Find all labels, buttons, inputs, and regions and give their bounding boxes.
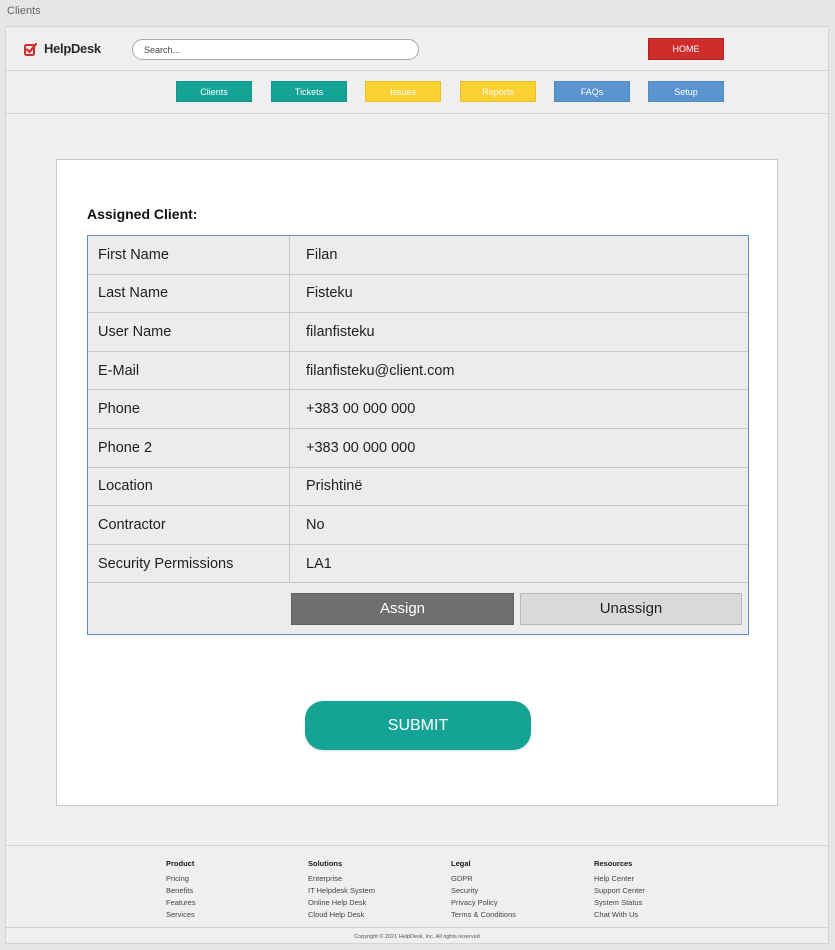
footer-heading: Resources [594,859,633,868]
table-row: First Name Filan [88,236,748,275]
footer-heading: Solutions [308,859,343,868]
row-label: Contractor [88,506,290,544]
footer: Product Pricing Benefits Features Servic… [6,845,828,945]
card-title: Assigned Client: [87,206,198,222]
footer-link-pricing[interactable]: Pricing [166,873,196,885]
footer-link-it-helpdesk-system[interactable]: IT Helpdesk System [308,885,375,897]
unassign-button[interactable]: Unassign [520,592,742,625]
table-row: Location Prishtinë [88,467,748,507]
row-value: filanfisteku@client.com [306,362,455,379]
nav-clients-button[interactable]: Clients [176,81,252,102]
row-label: Location [88,467,290,506]
home-button[interactable]: HOME [648,38,724,60]
app-page: HelpDesk HOME Clients Tickets Issues Rep… [5,26,829,944]
row-value: Fisteku [306,285,353,302]
footer-link-terms[interactable]: Terms & Conditions [451,909,516,921]
table-row: E-Mail filanfisteku@client.com [88,351,748,391]
table-row: Contractor No [88,506,748,545]
footer-link-online-help-desk[interactable]: Online Help Desk [308,897,375,909]
assign-button[interactable]: Assign [291,592,514,625]
row-label: User Name [88,313,290,351]
footer-link-security[interactable]: Security [451,885,516,897]
footer-link-enterprise[interactable]: Enterprise [308,873,375,885]
footer-link-benefits[interactable]: Benefits [166,885,196,897]
row-label: Phone 2 [88,428,290,467]
footer-link-system-status[interactable]: System Status [594,897,645,909]
brand-logo[interactable]: HelpDesk [24,41,101,56]
row-value: +383 00 000 000 [306,401,416,418]
submit-button[interactable]: SUBMIT [305,701,531,750]
table-row: Last Name Fisteku [88,274,748,314]
nav-faqs-button[interactable]: FAQs [554,81,630,102]
footer-link-support-center[interactable]: Support Center [594,885,645,897]
row-value: No [306,516,325,533]
footer-link-help-center[interactable]: Help Center [594,873,645,885]
row-label: First Name [88,236,290,274]
footer-column-product: Product Pricing Benefits Features Servic… [166,859,196,921]
assign-actions: Assign Unassign [88,583,748,634]
footer-link-privacy-policy[interactable]: Privacy Policy [451,897,516,909]
footer-link-services[interactable]: Services [166,909,196,921]
row-value: Prishtinë [306,478,363,495]
nav-setup-button[interactable]: Setup [648,81,724,102]
search-input[interactable] [132,39,419,60]
row-label: Phone [88,390,290,428]
footer-column-resources: Resources Help Center Support Center Sys… [594,859,645,921]
footer-column-legal: Legal GDPR Security Privacy Policy Terms… [451,859,516,921]
brand-name: HelpDesk [44,41,101,56]
footer-heading: Legal [451,859,471,868]
table-row: Security Permissions LA1 [88,544,748,584]
row-value: LA1 [306,555,332,572]
footer-heading: Product [166,859,195,868]
header-bar: HelpDesk HOME [6,27,828,71]
copyright-text: Copyright © 2021 HelpDesk, Inc. All righ… [6,927,828,945]
assigned-client-card: Assigned Client: First Name Filan Last N… [56,159,778,806]
checkbox-logo-icon [24,42,37,56]
row-label: E-Mail [88,351,290,390]
row-value: filanfisteku [306,323,375,340]
table-row: User Name filanfisteku [88,313,748,352]
nav-issues-button[interactable]: Issues [365,81,441,102]
main-nav: Clients Tickets Issues Reports FAQs Setu… [6,71,828,114]
nav-tickets-button[interactable]: Tickets [271,81,347,102]
footer-link-gdpr[interactable]: GDPR [451,873,516,885]
client-details-table: First Name Filan Last Name Fisteku User … [87,235,749,636]
footer-column-solutions: Solutions Enterprise IT Helpdesk System … [308,859,375,921]
row-label: Security Permissions [88,544,290,583]
row-label: Last Name [88,274,290,313]
row-value: +383 00 000 000 [306,439,416,456]
footer-link-cloud-help-desk[interactable]: Cloud Help Desk [308,909,375,921]
nav-reports-button[interactable]: Reports [460,81,536,102]
row-value: Filan [306,246,338,263]
table-row: Phone 2 +383 00 000 000 [88,428,748,468]
window-title: Clients [7,5,41,17]
table-row: Phone +383 00 000 000 [88,390,748,429]
footer-link-chat-with-us[interactable]: Chat With Us [594,909,645,921]
footer-link-features[interactable]: Features [166,897,196,909]
